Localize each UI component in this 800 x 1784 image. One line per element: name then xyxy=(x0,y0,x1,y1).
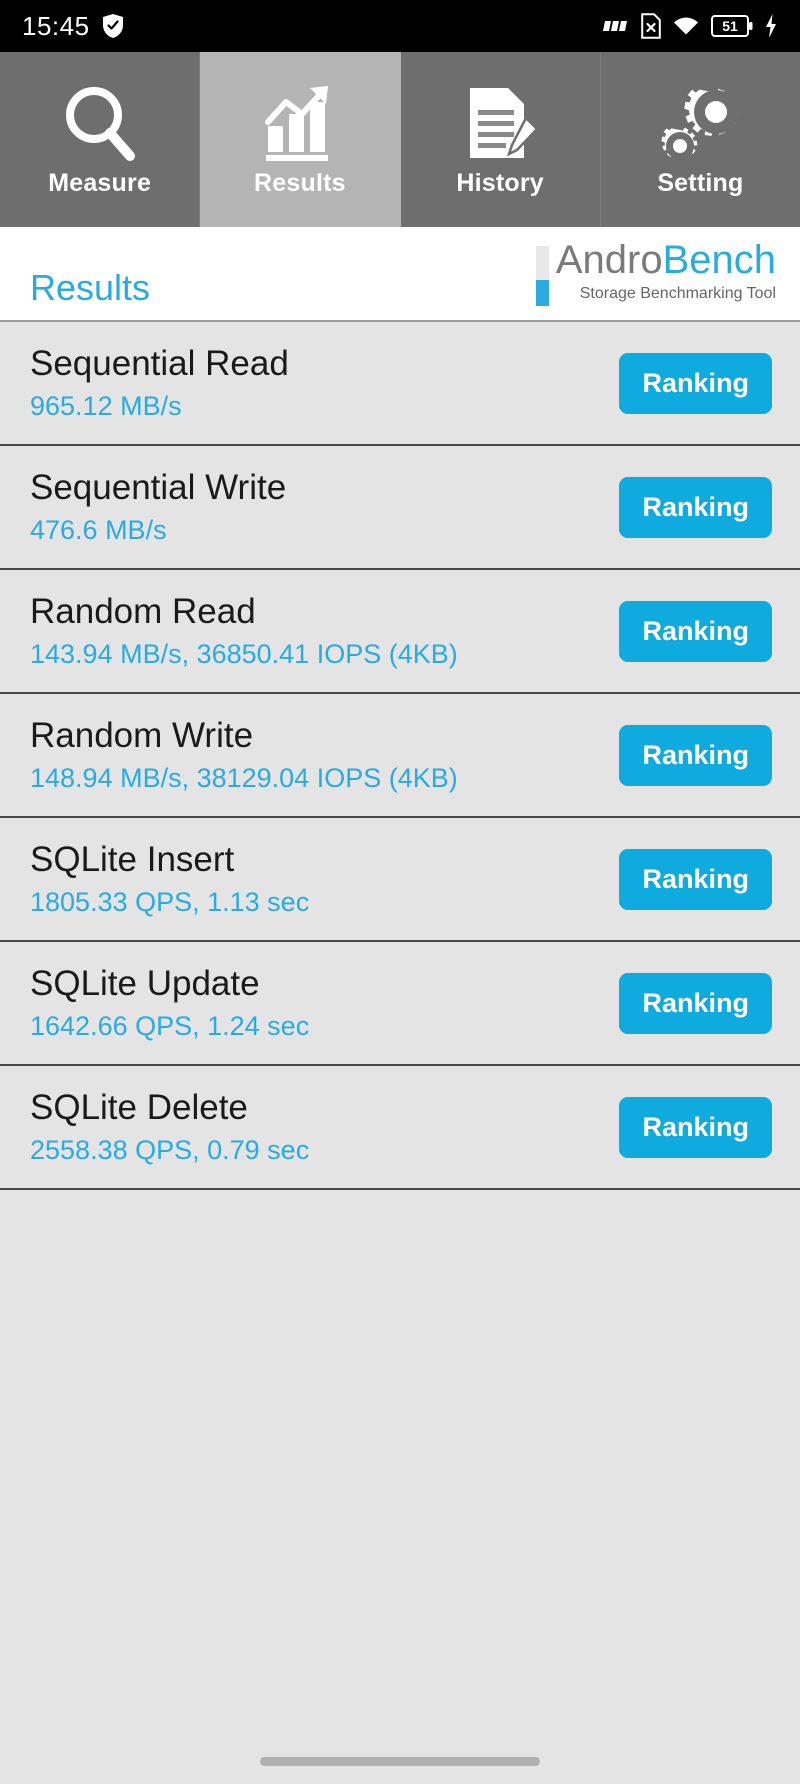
table-row[interactable]: SQLite Delete 2558.38 QPS, 0.79 sec Rank… xyxy=(0,1066,800,1190)
table-row[interactable]: Sequential Write 476.6 MB/s Ranking xyxy=(0,446,800,570)
result-value: 148.94 MB/s, 38129.04 IOPS (4KB) xyxy=(30,763,458,794)
row-texts: Sequential Write 476.6 MB/s xyxy=(30,469,619,544)
brand-name: AndroBench xyxy=(556,240,776,280)
charging-bolt-icon xyxy=(764,13,778,39)
row-texts: SQLite Update 1642.66 QPS, 1.24 sec xyxy=(30,965,619,1040)
result-title: SQLite Update xyxy=(30,964,260,1004)
table-row[interactable]: Sequential Read 965.12 MB/s Ranking xyxy=(0,322,800,446)
brand-name-first: Andro xyxy=(555,238,663,282)
tab-measure-label: Measure xyxy=(48,169,152,197)
result-value: 965.12 MB/s xyxy=(30,391,182,422)
result-value: 2558.38 QPS, 0.79 sec xyxy=(30,1135,310,1166)
tab-history-label: History xyxy=(456,169,544,197)
ranking-button[interactable]: Ranking xyxy=(619,1096,772,1158)
shield-check-icon xyxy=(102,13,124,39)
brand-mark-bottom xyxy=(535,280,549,306)
empty-area xyxy=(0,1190,800,1784)
gesture-handle[interactable] xyxy=(260,1756,540,1766)
table-row[interactable]: SQLite Insert 1805.33 QPS, 1.13 sec Rank… xyxy=(0,818,800,942)
result-title: Sequential Read xyxy=(30,344,289,384)
status-bar-right: 51 xyxy=(600,13,778,39)
signal-bars-icon xyxy=(600,15,630,37)
main-tab-bar: Measure Results History Setting xyxy=(0,52,800,227)
bar-chart-icon xyxy=(258,81,342,167)
brand-logo: AndroBench Storage Benchmarking Tool xyxy=(535,240,776,306)
status-bar: 15:45 51 xyxy=(0,0,800,52)
ranking-button[interactable]: Ranking xyxy=(619,600,772,662)
tab-results[interactable]: Results xyxy=(200,52,401,227)
page-title: Results xyxy=(30,267,151,308)
brand-mark-icon xyxy=(535,246,549,306)
status-bar-left: 15:45 xyxy=(22,11,124,42)
row-texts: Sequential Read 965.12 MB/s xyxy=(30,345,619,420)
table-row[interactable]: SQLite Update 1642.66 QPS, 1.24 sec Rank… xyxy=(0,942,800,1066)
app-header: Results AndroBench Storage Benchmarking … xyxy=(0,227,800,322)
battery-icon: 51 xyxy=(711,14,753,38)
row-texts: Random Write 148.94 MB/s, 38129.04 IOPS … xyxy=(30,717,619,792)
ranking-button[interactable]: Ranking xyxy=(619,848,772,910)
brand-text: AndroBench Storage Benchmarking Tool xyxy=(556,240,776,303)
brand-name-second: Bench xyxy=(662,238,776,282)
ranking-button[interactable]: Ranking xyxy=(619,352,772,414)
row-texts: Random Read 143.94 MB/s, 36850.41 IOPS (… xyxy=(30,593,619,668)
tab-measure[interactable]: Measure xyxy=(0,52,201,227)
battery-level-text: 51 xyxy=(722,18,738,34)
document-pencil-icon xyxy=(460,81,540,167)
gesture-navigation-bar[interactable] xyxy=(0,1738,800,1784)
tab-setting-label: Setting xyxy=(657,169,744,197)
result-title: Random Write xyxy=(30,716,254,756)
gears-icon xyxy=(656,81,744,167)
table-row[interactable]: Random Read 143.94 MB/s, 36850.41 IOPS (… xyxy=(0,570,800,694)
result-value: 143.94 MB/s, 36850.41 IOPS (4KB) xyxy=(30,639,458,670)
result-title: Sequential Write xyxy=(30,468,287,508)
wifi-icon xyxy=(672,15,700,37)
result-value: 1805.33 QPS, 1.13 sec xyxy=(30,887,310,918)
clock: 15:45 xyxy=(22,10,90,41)
row-texts: SQLite Insert 1805.33 QPS, 1.13 sec xyxy=(30,841,619,916)
sim-card-off-icon xyxy=(641,13,661,39)
result-title: Random Read xyxy=(30,592,256,632)
result-value: 476.6 MB/s xyxy=(30,515,167,546)
results-list: Sequential Read 965.12 MB/s Ranking Sequ… xyxy=(0,322,800,1190)
tab-history[interactable]: History xyxy=(400,52,601,227)
ranking-button[interactable]: Ranking xyxy=(619,476,772,538)
magnifier-icon xyxy=(61,81,139,167)
row-texts: SQLite Delete 2558.38 QPS, 0.79 sec xyxy=(30,1089,619,1164)
app-screen: 15:45 51 Measure Results History Setting… xyxy=(0,0,800,1784)
tab-results-label: Results xyxy=(254,169,346,197)
ranking-button[interactable]: Ranking xyxy=(619,972,772,1034)
tab-setting[interactable]: Setting xyxy=(600,52,800,227)
result-title: SQLite Delete xyxy=(30,1088,248,1128)
brand-tagline: Storage Benchmarking Tool xyxy=(579,285,776,302)
result-title: SQLite Insert xyxy=(30,840,235,880)
result-value: 1642.66 QPS, 1.24 sec xyxy=(30,1011,310,1042)
ranking-button[interactable]: Ranking xyxy=(619,724,772,786)
table-row[interactable]: Random Write 148.94 MB/s, 38129.04 IOPS … xyxy=(0,694,800,818)
brand-mark-top xyxy=(535,246,549,280)
